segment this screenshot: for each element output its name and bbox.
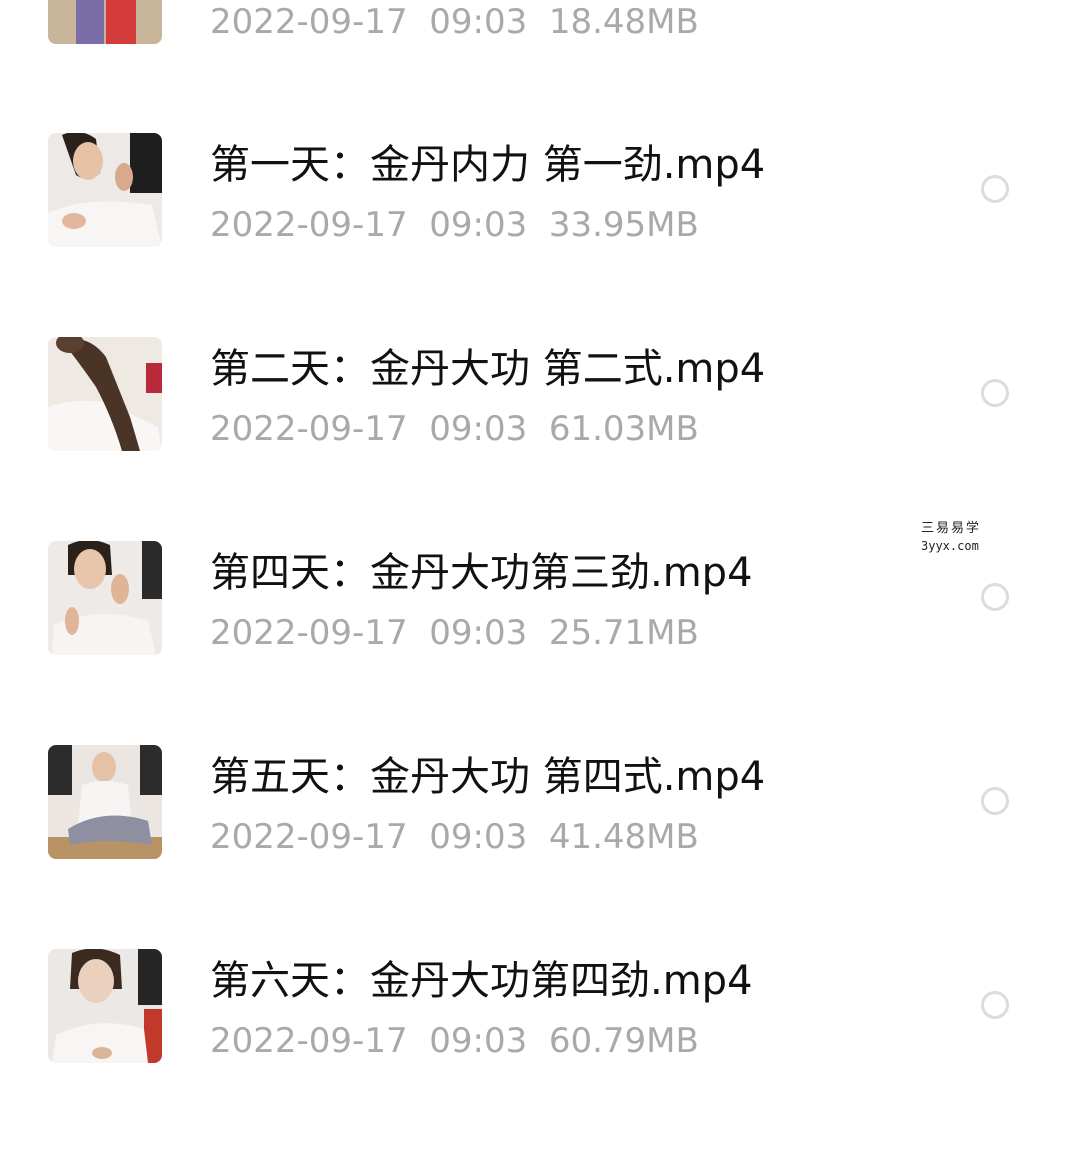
file-time: 09:03 <box>429 205 528 245</box>
file-row[interactable]: 第二天：金丹大功 第二式.mp4 2022-09-17 09:03 61.03M… <box>0 337 1080 541</box>
file-size: 41.48MB <box>548 817 699 857</box>
file-meta: 2022-09-17 09:03 18.48MB <box>210 2 699 42</box>
file-size: 25.71MB <box>548 613 699 653</box>
file-name: 第四天：金丹大功第三劲.mp4 <box>210 550 753 596</box>
file-name: 第一天：金丹内力 第一劲.mp4 <box>210 142 766 188</box>
file-time: 09:03 <box>429 409 528 449</box>
video-thumbnail[interactable] <box>48 337 162 451</box>
woman-eyes-closed-thumbnail-icon <box>48 949 162 1063</box>
site-watermark: 三易易学 3yyx.com <box>921 520 1011 554</box>
woman-long-hair-back-thumbnail-icon <box>48 337 162 451</box>
file-row[interactable]: 第五天：金丹大功 第四式.mp4 2022-09-17 09:03 41.48M… <box>0 745 1080 949</box>
file-size: 18.48MB <box>548 2 699 42</box>
select-radio[interactable] <box>981 991 1009 1019</box>
file-meta: 2022-09-17 09:03 60.79MB <box>210 1021 699 1061</box>
video-thumbnail[interactable] <box>48 541 162 655</box>
select-radio[interactable] <box>981 175 1009 203</box>
file-meta: 2022-09-17 09:03 33.95MB <box>210 205 699 245</box>
file-meta: 2022-09-17 09:03 41.48MB <box>210 817 699 857</box>
file-date: 2022-09-17 <box>210 2 408 42</box>
file-meta: 2022-09-17 09:03 61.03MB <box>210 409 699 449</box>
video-thumbnail[interactable] <box>48 745 162 859</box>
woman-hand-to-face-thumbnail-icon <box>48 133 162 247</box>
watermark-text: 三易易学 <box>921 521 982 536</box>
select-radio[interactable] <box>981 583 1009 611</box>
file-name: 第二天：金丹大功 第二式.mp4 <box>210 346 766 392</box>
select-radio[interactable] <box>981 379 1009 407</box>
select-radio[interactable] <box>981 787 1009 815</box>
file-size: 61.03MB <box>548 409 699 449</box>
woman-hands-raised-thumbnail-icon <box>48 541 162 655</box>
file-row[interactable]: 第六天：金丹大功第四劲.mp4 2022-09-17 09:03 60.79MB <box>0 949 1080 1153</box>
file-name: 第六天：金丹大功第四劲.mp4 <box>210 958 753 1004</box>
video-thumbnail[interactable] <box>48 0 162 44</box>
file-date: 2022-09-17 <box>210 205 408 245</box>
file-time: 09:03 <box>429 817 528 857</box>
file-row[interactable]: 2022-09-17 09:03 18.48MB <box>0 0 1080 134</box>
person-standing-thumbnail-icon <box>48 0 162 44</box>
woman-seated-stretch-thumbnail-icon <box>48 745 162 859</box>
video-thumbnail[interactable] <box>48 133 162 247</box>
video-thumbnail[interactable] <box>48 949 162 1063</box>
file-list: 2022-09-17 09:03 18.48MB 第一天：金丹内力 第一劲.mp… <box>0 0 1080 1080</box>
file-time: 09:03 <box>429 613 528 653</box>
file-time: 09:03 <box>429 2 528 42</box>
file-size: 60.79MB <box>548 1021 699 1061</box>
file-date: 2022-09-17 <box>210 1021 408 1061</box>
file-row[interactable]: 第四天：金丹大功第三劲.mp4 2022-09-17 09:03 25.71MB <box>0 541 1080 745</box>
file-date: 2022-09-17 <box>210 613 408 653</box>
file-meta: 2022-09-17 09:03 25.71MB <box>210 613 699 653</box>
file-size: 33.95MB <box>548 205 699 245</box>
file-name: 第五天：金丹大功 第四式.mp4 <box>210 754 766 800</box>
file-date: 2022-09-17 <box>210 409 408 449</box>
watermark-url: 3yyx.com <box>921 539 979 553</box>
file-date: 2022-09-17 <box>210 817 408 857</box>
file-row[interactable]: 第一天：金丹内力 第一劲.mp4 2022-09-17 09:03 33.95M… <box>0 133 1080 337</box>
file-time: 09:03 <box>429 1021 528 1061</box>
